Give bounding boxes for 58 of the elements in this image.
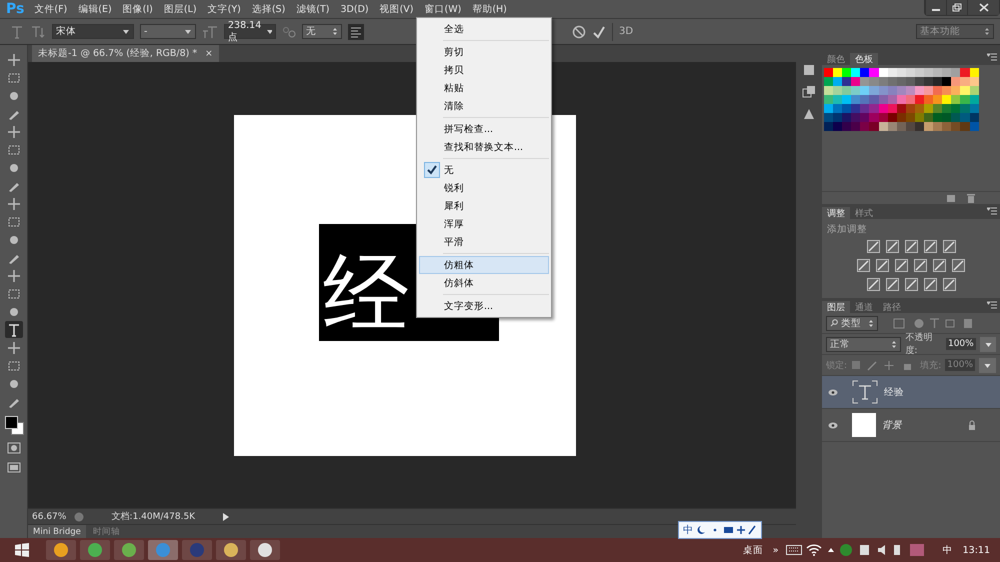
font-style-dropdown[interactable]: - <box>140 24 196 39</box>
ime-mode[interactable]: 中 <box>683 523 693 537</box>
app-logo: Ps <box>6 1 24 17</box>
menu-item[interactable]: 仿粗体 <box>419 256 549 274</box>
menu-item[interactable]: 视图(V) <box>380 2 414 16</box>
clock[interactable]: 13:11 <box>962 544 990 556</box>
panel-tab[interactable]: Mini Bridge <box>28 525 86 538</box>
menu-item[interactable]: 锐利 <box>419 179 549 197</box>
panel-tab[interactable]: 图层 <box>822 301 850 313</box>
menu-item[interactable]: 图层(L) <box>164 2 197 16</box>
menu-item[interactable]: 帮助(H) <box>472 2 507 16</box>
input-language[interactable]: 中 <box>942 544 953 556</box>
3d-button[interactable]: 3D <box>619 26 634 37</box>
menu-item[interactable]: 编辑(E) <box>78 2 112 16</box>
toolbar-expand-button[interactable]: » <box>772 544 779 556</box>
panel-title: 添加调整 <box>826 223 868 237</box>
panel-tab[interactable]: 调整 <box>822 207 850 219</box>
panel-tab[interactable]: 通道 <box>850 301 878 313</box>
menu-item[interactable]: 3D(D) <box>340 4 369 14</box>
document-info: 文档:1.40M/478.5K <box>110 510 196 523</box>
layer-name[interactable]: 经验 <box>884 386 904 398</box>
document-tab[interactable]: 未标题-1 @ 66.7% (经验, RGB/8) * × <box>32 45 219 62</box>
antialias-dropdown[interactable]: 无 <box>302 24 342 39</box>
menu-item[interactable]: 窗口(W) <box>424 2 462 16</box>
menu-item[interactable]: 图像(I) <box>122 2 153 16</box>
menu-item[interactable]: 滤镜(T) <box>296 2 330 16</box>
menu-item[interactable]: 平滑 <box>419 233 549 251</box>
menu-item[interactable]: 选择(S) <box>252 2 286 16</box>
layer-filter-dropdown[interactable]: 类型 <box>826 316 878 330</box>
menu-item[interactable]: 仿斜体 <box>419 274 549 292</box>
opacity-label: 不透明度: <box>905 332 934 357</box>
menu-item[interactable]: 拷贝 <box>419 61 549 79</box>
layer-name[interactable]: 背景 <box>882 418 902 432</box>
menu-item[interactable]: 清除 <box>419 97 549 115</box>
canvas-text: 经 <box>323 250 409 336</box>
menu-item[interactable]: 犀利 <box>419 197 549 215</box>
panel-tab[interactable]: 路径 <box>878 301 906 313</box>
blend-mode-dropdown[interactable]: 正常 <box>826 336 902 352</box>
menu-item[interactable]: 全选 <box>419 20 549 38</box>
panel-tab[interactable]: 色板 <box>850 53 878 65</box>
ime-toolbar[interactable]: 中 <box>678 521 762 539</box>
menu-item[interactable]: 文字(Y) <box>208 2 241 16</box>
panel-tab[interactable]: 样式 <box>850 207 878 219</box>
opacity-field[interactable]: 100% <box>946 338 976 350</box>
layer-row[interactable]: 经验 <box>822 376 1000 409</box>
panel-tab[interactable]: 颜色 <box>822 53 850 65</box>
menu-item[interactable]: 粘贴 <box>419 79 549 97</box>
zoom-level[interactable]: 66.67% <box>32 512 66 522</box>
desktop-toolbar[interactable]: 桌面 <box>742 544 763 556</box>
menu-item[interactable]: 无 <box>419 161 549 179</box>
menu-item[interactable]: 拼写检查... <box>419 120 549 138</box>
layer-row[interactable]: 背景 <box>822 409 1000 442</box>
menu-item[interactable]: 浑厚 <box>419 215 549 233</box>
menu-item[interactable]: 剪切 <box>419 43 549 61</box>
menu-item[interactable]: 查找和替换文本... <box>419 138 549 156</box>
menu-item[interactable]: 文字变形... <box>419 297 549 315</box>
font-family-dropdown[interactable]: 宋体 <box>52 24 134 39</box>
menu-item[interactable]: 文件(F) <box>34 2 68 16</box>
